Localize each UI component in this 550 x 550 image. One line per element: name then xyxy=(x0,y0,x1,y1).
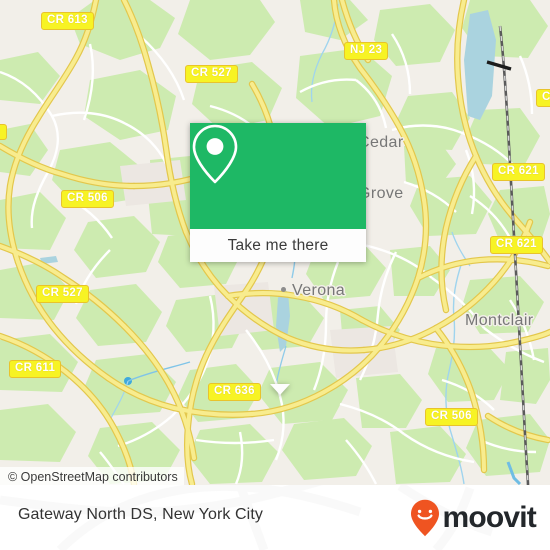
place-dot-verona xyxy=(281,287,286,292)
road-shield-partial-left[interactable] xyxy=(0,124,7,140)
road-shield-cr-636[interactable]: CR 636 xyxy=(208,383,261,401)
road-shield-nj-23[interactable]: NJ 23 xyxy=(344,42,389,60)
moovit-pin-icon xyxy=(411,499,440,537)
road-shield-cr-611[interactable]: CR 611 xyxy=(9,360,62,378)
location-title: Gateway North DS, New York City xyxy=(18,506,263,523)
road-shield-cr-527-top[interactable]: CR 527 xyxy=(185,65,238,83)
moovit-map-screenshot: Cedar Grove Verona Montclair CR 613 CR 5… xyxy=(0,0,550,550)
map-pin-icon xyxy=(192,124,238,184)
road-shield-cr-506-left[interactable]: CR 506 xyxy=(61,190,114,208)
road-shield-cr-621-lower[interactable]: CR 621 xyxy=(490,236,543,254)
road-shield-cr-partial-right[interactable]: CR xyxy=(536,89,550,107)
road-shield-cr-527-left[interactable]: CR 527 xyxy=(36,285,89,303)
moovit-logo[interactable]: moovit xyxy=(410,499,537,537)
location-popup[interactable]: Take me there xyxy=(190,123,366,395)
popup-tail xyxy=(270,384,290,395)
popup-action-bar[interactable]: Take me there xyxy=(190,229,366,262)
moovit-wordmark: moovit xyxy=(442,501,536,534)
map-canvas[interactable]: Cedar Grove Verona Montclair CR 613 CR 5… xyxy=(0,0,550,485)
road-shield-cr-506-right[interactable]: CR 506 xyxy=(425,408,478,426)
road-shield-cr-621-upper[interactable]: CR 621 xyxy=(492,163,545,181)
bottom-info-bar: Gateway North DS, New York City moovit xyxy=(0,485,550,550)
osm-attribution[interactable]: © OpenStreetMap contributors xyxy=(0,467,184,485)
road-shield-cr-613[interactable]: CR 613 xyxy=(41,12,94,30)
take-me-there-label: Take me there xyxy=(227,236,329,254)
popup-header xyxy=(190,123,366,229)
